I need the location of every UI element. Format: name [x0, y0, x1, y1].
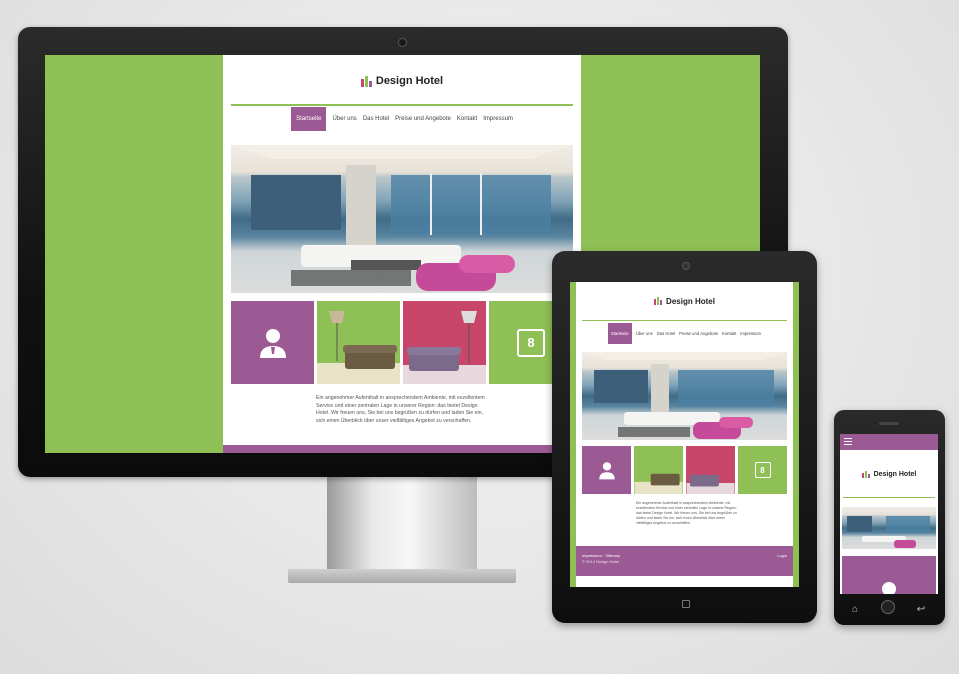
tablet-person-icon: [598, 461, 615, 479]
tablet-brand-logo[interactable]: Design Hotel: [576, 294, 793, 308]
nav-kontakt[interactable]: Kontakt: [457, 116, 477, 122]
tablet-footer-login[interactable]: Login: [777, 553, 787, 558]
tablet-brand-name: Design Hotel: [666, 296, 715, 306]
tablet-intro-text: Ein angenehmer Aufenthalt in ansprechend…: [636, 501, 737, 525]
tablet-tile-room-green[interactable]: [634, 446, 683, 494]
person-icon: [259, 328, 286, 358]
home-icon[interactable]: ⌂: [848, 604, 862, 615]
tablet-calendar-icon: 8: [754, 462, 771, 478]
phone-brand-name: Design Hotel: [873, 470, 917, 478]
webcam-icon: [398, 38, 407, 47]
phone-hero-room-illustration: [847, 516, 930, 548]
nav-startseite[interactable]: Startseite: [291, 107, 327, 131]
tablet-logo-bars-icon: [654, 297, 663, 305]
phone-hero-image: [842, 507, 936, 549]
tablet-nav-startseite[interactable]: Startseite: [608, 322, 632, 344]
tile-room-green[interactable]: [317, 301, 400, 384]
monitor-stand-base: [288, 569, 516, 583]
phone-screen: Design Hotel: [840, 434, 938, 594]
nav-preise[interactable]: Preise und Angebote: [395, 116, 451, 122]
tablet-hero-image: [582, 352, 787, 440]
brand-logo[interactable]: Design Hotel: [223, 72, 581, 90]
nav-das-hotel[interactable]: Das Hotel: [363, 116, 389, 122]
tablet-tile-calendar[interactable]: 8: [738, 446, 787, 494]
tile-about[interactable]: [231, 301, 314, 384]
phone-home-button[interactable]: [881, 600, 895, 614]
phone-tile-about[interactable]: [842, 556, 936, 594]
page-footer: [223, 445, 581, 453]
tablet-calendar-day: 8: [760, 465, 765, 475]
menu-icon[interactable]: [844, 438, 852, 446]
tablet-page: Design Hotel Startseite Über uns Das Hot…: [576, 282, 793, 587]
tablet-nav-kontakt[interactable]: Kontakt: [722, 331, 736, 336]
tablet-footer: Impressum · Sitemap © 2014 Design Hotel …: [576, 546, 793, 576]
hero-image: [231, 145, 573, 293]
phone-person-icon: [882, 582, 896, 594]
calendar-day: 8: [527, 335, 535, 350]
tablet-green-room-image: [634, 473, 683, 494]
tablet-header-rule: [582, 320, 787, 321]
tile-room-pink[interactable]: [403, 301, 486, 384]
intro-text: Ein angenehmer Aufenthalt in ansprechend…: [316, 395, 485, 424]
tablet-camera-icon: [682, 262, 690, 270]
tablet-tile-about[interactable]: [582, 446, 631, 494]
phone-logo-bars-icon: [861, 470, 870, 478]
phone-header-rule: [843, 497, 935, 498]
brand-name: Design Hotel: [375, 75, 444, 87]
logo-bars-icon: [360, 75, 372, 87]
phone-header-bar: [840, 434, 938, 450]
tablet-footer-copyright: © 2014 Design Hotel: [582, 559, 619, 564]
tablet-footer-links[interactable]: Impressum · Sitemap: [582, 553, 620, 558]
tablet-nav-preise[interactable]: Preise und Angebote: [679, 331, 718, 336]
tablet-hero-room-illustration: [582, 352, 787, 439]
tablet-nav-das-hotel[interactable]: Das Hotel: [657, 331, 675, 336]
tablet-nav-ueber-uns[interactable]: Über uns: [636, 331, 653, 336]
tablet-pink-room-image: [686, 474, 735, 494]
phone-brand-logo[interactable]: Design Hotel: [840, 468, 938, 480]
back-icon[interactable]: ↩: [914, 604, 928, 615]
monitor-stand-neck: [327, 476, 477, 573]
phone-speaker: [879, 422, 899, 425]
nav-ueber-uns[interactable]: Über uns: [332, 116, 356, 122]
nav-impressum[interactable]: Impressum: [483, 116, 513, 122]
tablet-nav: Startseite Über uns Das Hotel Preise und…: [576, 322, 793, 344]
desktop-page: Design Hotel Startseite Über uns Das Hot…: [223, 55, 581, 453]
hero-room-illustration: [231, 145, 573, 291]
main-nav: Startseite Über uns Das Hotel Preise und…: [223, 106, 581, 132]
tablet-screen: Design Hotel Startseite Über uns Das Hot…: [570, 282, 799, 587]
tablet-nav-impressum[interactable]: Impressum: [740, 331, 761, 336]
green-room-sofa-image: [317, 311, 400, 384]
tablet-tile-room-pink[interactable]: [686, 446, 735, 494]
tablet-home-button[interactable]: [682, 600, 690, 608]
pink-room-sofa-image: [403, 311, 486, 384]
calendar-icon: 8: [517, 328, 545, 357]
